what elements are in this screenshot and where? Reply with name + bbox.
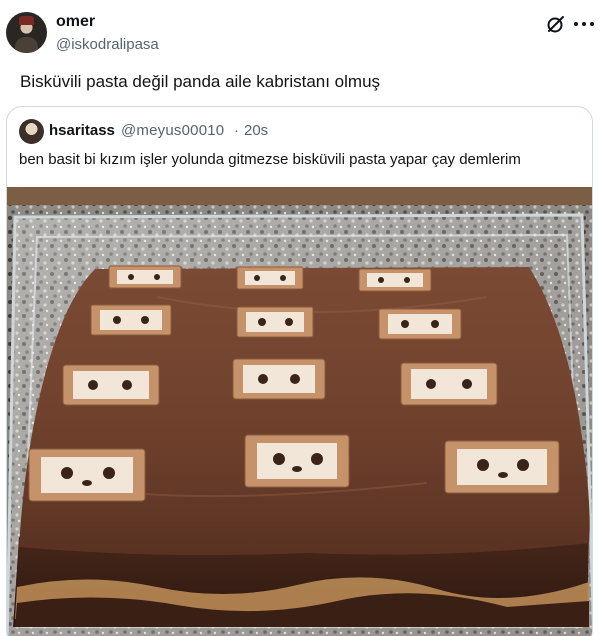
quoted-handle[interactable]: @meyus00010 [121,122,224,139]
quoted-separator: · [234,122,239,139]
panda-biscuit [444,440,560,494]
panda-biscuit [378,308,462,340]
quoted-tweet[interactable]: hsaritass @meyus00010 · 20s ben basit bi… [6,106,593,636]
quoted-avatar[interactable] [19,119,44,144]
cake-photo [7,187,592,636]
tweet-text: Bisküvili pasta değil panda aile kabrist… [20,72,381,91]
panda-biscuit [62,364,160,406]
panda-biscuit [90,304,172,336]
quoted-photo[interactable] [7,187,592,636]
avatar-fez [19,16,34,25]
author-name[interactable]: omer [56,13,95,31]
quoted-text: ben basit bi kızım işler yolunda gitmezs… [19,151,521,168]
more-icon[interactable] [574,14,594,34]
panda-biscuit [236,306,314,338]
grok-icon[interactable] [546,14,566,34]
tweet: omer @iskodralipasa Bisküvili pasta deği… [0,0,600,636]
panda-biscuit [236,266,304,290]
panda-biscuit [232,358,326,400]
panda-biscuit [108,265,182,289]
author-avatar[interactable] [6,12,47,53]
quoted-name[interactable]: hsaritass [49,122,115,139]
panda-biscuit [400,362,498,406]
author-handle[interactable]: @iskodralipasa [56,36,159,53]
panda-biscuit [244,434,350,488]
quoted-time[interactable]: 20s [244,122,268,139]
panda-biscuit [28,448,146,502]
panda-biscuit [358,268,432,292]
